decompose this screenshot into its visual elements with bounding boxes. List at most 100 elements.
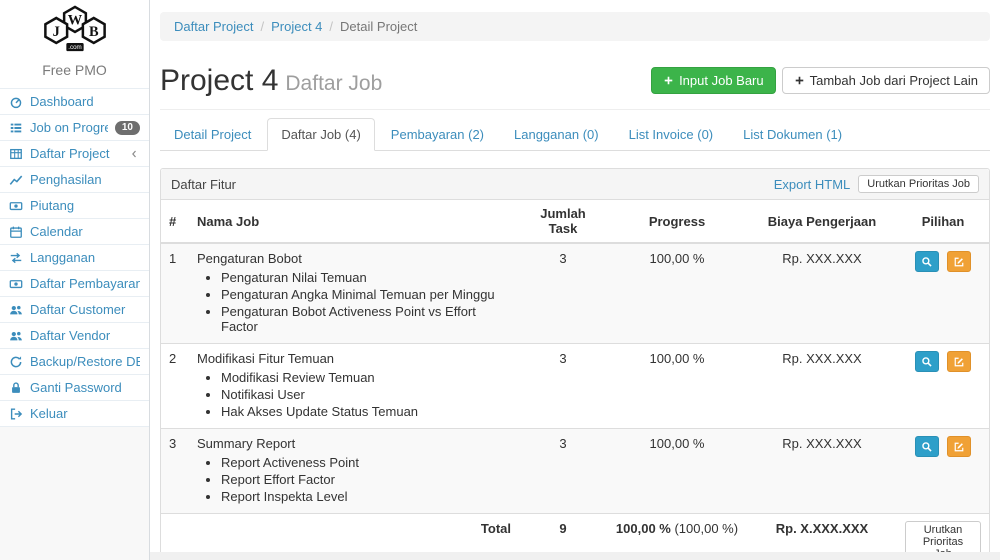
tab-detail-project[interactable]: Detail Project: [160, 118, 267, 150]
edit-job-button[interactable]: [947, 251, 971, 272]
sidebar-item-label: Calendar: [30, 224, 140, 239]
sidebar-item-label: Daftar Project: [30, 146, 121, 161]
sidebar-item-label: Piutang: [30, 198, 140, 213]
tab-daftar-job[interactable]: Daftar Job (4): [267, 118, 376, 150]
cost-value: Rp. XXX.XXX: [747, 429, 897, 514]
main-content: Daftar Project Project 4 Detail Project …: [150, 0, 1000, 552]
job-name-cell: Modifikasi Fitur Temuan Modifikasi Revie…: [189, 344, 519, 429]
header-actions: Input Job Baru Tambah Job dari Project L…: [651, 67, 990, 94]
total-label: Total: [189, 514, 519, 553]
row-number: 2: [161, 344, 189, 429]
task-count: 3: [519, 243, 607, 344]
actions-cell: [897, 429, 989, 514]
view-job-button[interactable]: [915, 351, 939, 372]
sidebar-item-daftar-vendor[interactable]: Daftar Vendor: [0, 323, 149, 349]
calendar-icon: [9, 225, 23, 239]
job-name: Pengaturan Bobot: [197, 251, 302, 266]
sign-out-icon: [9, 407, 23, 421]
tab-list-invoice[interactable]: List Invoice (0): [615, 118, 730, 150]
svg-text:.com: .com: [68, 44, 82, 51]
table-header-row: # Nama Job Jumlah Task Progress Biaya Pe…: [161, 200, 989, 243]
input-job-baru-button[interactable]: Input Job Baru: [651, 67, 776, 94]
subtask-list: Pengaturan Nilai Temuan Pengaturan Angka…: [221, 270, 511, 334]
col-header-progress: Progress: [607, 200, 747, 243]
job-count-badge: 10: [115, 121, 140, 135]
sidebar-item-job-on-progress[interactable]: Job on Progress 10: [0, 115, 149, 141]
sidebar-item-dashboard[interactable]: Dashboard: [0, 88, 149, 115]
sidebar-item-calendar[interactable]: Calendar: [0, 219, 149, 245]
sidebar-item-label: Daftar Pembayaran: [30, 276, 140, 291]
search-icon: [921, 441, 933, 453]
job-name-cell: Pengaturan Bobot Pengaturan Nilai Temuan…: [189, 243, 519, 344]
col-header-jumlah-task: Jumlah Task: [519, 200, 607, 243]
search-icon: [921, 256, 933, 268]
app: W J B .com Free PMO Dashboard Job on Pro…: [0, 0, 1000, 560]
subtask: Report Effort Factor: [221, 472, 511, 487]
subtask: Pengaturan Bobot Activeness Point vs Eff…: [221, 304, 511, 334]
task-count: 3: [519, 429, 607, 514]
dashboard-icon: [9, 95, 23, 109]
sidebar-item-backup-restore-db[interactable]: Backup/Restore DB: [0, 349, 149, 375]
tab-bar: Detail Project Daftar Job (4) Pembayaran…: [160, 118, 990, 151]
refresh-icon: [9, 355, 23, 369]
svg-text:W: W: [67, 13, 82, 29]
export-html-link[interactable]: Export HTML: [774, 177, 851, 192]
total-row: Total 9 100,00 % (100,00 %) Rp. X.XXX.XX…: [161, 514, 989, 553]
chevron-left-icon: [128, 148, 140, 160]
sidebar-item-daftar-pembayaran[interactable]: Daftar Pembayaran: [0, 271, 149, 297]
tab-langganan[interactable]: Langganan (0): [500, 118, 615, 150]
plus-icon: [663, 75, 674, 86]
cost-value: Rp. XXX.XXX: [747, 243, 897, 344]
view-job-button[interactable]: [915, 436, 939, 457]
sidebar-item-keluar[interactable]: Keluar: [0, 401, 149, 427]
sidebar-item-label: Job on Progress: [30, 120, 108, 135]
sidebar-item-penghasilan[interactable]: Penghasilan: [0, 167, 149, 193]
line-chart-icon: [9, 173, 23, 187]
row-number: 3: [161, 429, 189, 514]
task-count: 3: [519, 344, 607, 429]
urutkan-prioritas-job-button[interactable]: Urutkan Prioritas Job: [905, 521, 981, 552]
total-cost: Rp. X.XXX.XXX: [747, 514, 897, 553]
job-name: Modifikasi Fitur Temuan: [197, 351, 334, 366]
money-icon: [9, 277, 23, 291]
col-header-pilihan: Pilihan: [897, 200, 989, 243]
sidebar-item-langganan[interactable]: Langganan: [0, 245, 149, 271]
edit-job-button[interactable]: [947, 436, 971, 457]
panel-title: Daftar Fitur: [171, 177, 774, 192]
users-icon: [9, 303, 23, 317]
sidebar-item-daftar-project[interactable]: Daftar Project: [0, 141, 149, 167]
svg-text:B: B: [88, 24, 98, 40]
subtask-list: Modifikasi Review Temuan Notifikasi User…: [221, 370, 511, 419]
subtask: Report Inspekta Level: [221, 489, 511, 504]
exchange-icon: [9, 251, 23, 265]
sidebar-item-piutang[interactable]: Piutang: [0, 193, 149, 219]
tab-pembayaran[interactable]: Pembayaran (2): [377, 118, 500, 150]
money-icon: [9, 199, 23, 213]
tambah-job-dari-project-lain-button[interactable]: Tambah Job dari Project Lain: [782, 67, 990, 94]
panel-daftar-fitur: Daftar Fitur Export HTML Urutkan Priorit…: [160, 168, 990, 552]
breadcrumb-current: Detail Project: [322, 19, 417, 34]
breadcrumb-daftar-project[interactable]: Daftar Project: [174, 19, 253, 34]
sidebar-item-label: Dashboard: [30, 94, 140, 109]
page-subtitle: Daftar Job: [285, 72, 382, 95]
tab-list-dokumen[interactable]: List Dokumen (1): [729, 118, 858, 150]
lock-icon: [9, 381, 23, 395]
sidebar-item-label: Keluar: [30, 406, 140, 421]
breadcrumb-project-4[interactable]: Project 4: [271, 19, 322, 34]
col-header-no: #: [161, 200, 189, 243]
table-icon: [9, 147, 23, 161]
progress-value: 100,00 %: [607, 429, 747, 514]
subtask-list: Report Activeness Point Report Effort Fa…: [221, 455, 511, 504]
subtask: Pengaturan Angka Minimal Temuan per Ming…: [221, 287, 511, 302]
search-icon: [921, 356, 933, 368]
urutkan-prioritas-job-button[interactable]: Urutkan Prioritas Job: [858, 175, 979, 193]
sidebar-item-daftar-customer[interactable]: Daftar Customer: [0, 297, 149, 323]
sidebar-item-label: Langganan: [30, 250, 140, 265]
project-title: Project 4: [160, 64, 278, 97]
edit-job-button[interactable]: [947, 351, 971, 372]
sidebar-item-ganti-password[interactable]: Ganti Password: [0, 375, 149, 401]
view-job-button[interactable]: [915, 251, 939, 272]
jwb-logo-icon: W J B .com: [26, 5, 124, 55]
table-row: 3 Summary Report Report Activeness Point…: [161, 429, 989, 514]
job-name-cell: Summary Report Report Activeness Point R…: [189, 429, 519, 514]
